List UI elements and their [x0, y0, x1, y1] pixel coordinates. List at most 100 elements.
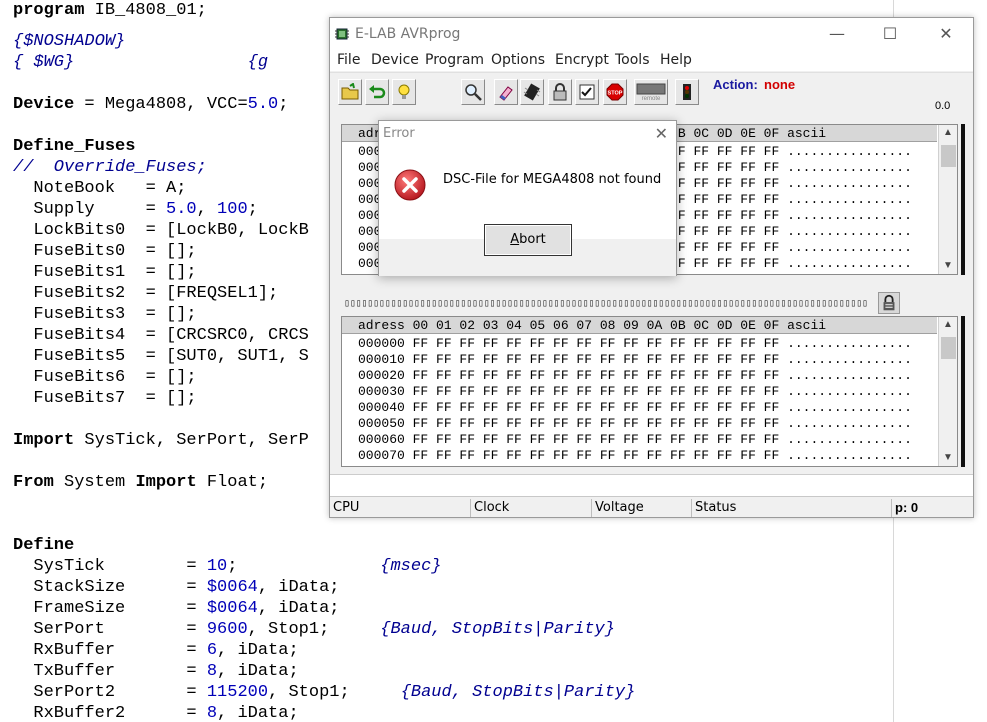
- padlock-icon[interactable]: [878, 292, 900, 314]
- chip-icon: [523, 83, 541, 101]
- code-line: // Override_Fuses;: [13, 157, 207, 178]
- code-token: System: [53, 473, 136, 492]
- code-token: SysTick, SerPort, SerP: [74, 431, 309, 450]
- code-token: 6: [206, 641, 218, 660]
- code-token: ,: [196, 200, 218, 219]
- code-token: Import: [13, 431, 75, 450]
- code-line: FuseBits3 = [];: [13, 304, 197, 325]
- scroll-down-icon[interactable]: ▼: [939, 258, 957, 274]
- code-token: { $WG}: [13, 53, 75, 72]
- code-token: , iData;: [217, 704, 299, 722]
- code-token: ;: [278, 95, 289, 114]
- code-token: RxBuffer =: [13, 641, 207, 660]
- vertical-scrollbar[interactable]: ▲ ▼: [938, 125, 957, 274]
- code-token: Import: [135, 473, 197, 492]
- minimize-button[interactable]: —: [814, 18, 860, 49]
- message-bar: [330, 474, 973, 496]
- title-bar[interactable]: E-LAB AVRprog — ☐ ✕: [330, 18, 973, 49]
- close-button[interactable]: ✕: [923, 18, 969, 49]
- code-token: Float;: [196, 473, 269, 492]
- code-token: {$NOSHADOW}: [13, 32, 126, 51]
- scroll-thumb[interactable]: [941, 337, 956, 359]
- code-token: From: [13, 473, 54, 492]
- scroll-thumb[interactable]: [941, 145, 956, 167]
- abort-label: bort: [519, 232, 546, 247]
- code-line: LockBits0 = [LockB0, LockB: [13, 220, 309, 241]
- action-label: Action:: [713, 77, 758, 92]
- open-folder-icon: [341, 83, 359, 100]
- code-line: SerPort2 = 115200, Stop1; {Baud, StopBit…: [13, 682, 635, 703]
- lock-button[interactable]: [548, 79, 572, 105]
- scroll-down-icon[interactable]: ▼: [939, 450, 957, 466]
- traffic-light-button[interactable]: [675, 79, 699, 105]
- bulb-icon: [398, 84, 410, 99]
- code-token: TxBuffer =: [13, 662, 207, 681]
- remote-button[interactable]: remote: [634, 79, 668, 105]
- erase-button[interactable]: [494, 79, 518, 105]
- code-line: RxBuffer = 6, iData;: [13, 640, 298, 661]
- code-line: Supply = 5.0, 100;: [13, 199, 257, 220]
- code-token: FuseBits6 = [];: [13, 368, 197, 387]
- maximize-button[interactable]: ☐: [867, 18, 913, 49]
- search-icon: [465, 84, 482, 101]
- code-token: NoteBook = A;: [13, 179, 187, 198]
- menu-options[interactable]: Options: [491, 52, 545, 68]
- code-line: FrameSize = $0064, iData;: [13, 598, 339, 619]
- dialog-close-button[interactable]: ✕: [655, 124, 668, 143]
- menu-program[interactable]: Program: [425, 52, 484, 68]
- code-token: SysTick =: [13, 557, 207, 576]
- code-token: StackSize =: [13, 578, 207, 597]
- code-line: FuseBits1 = [];: [13, 262, 196, 283]
- code-token: // Override_Fuses;: [13, 158, 207, 177]
- code-token: 5.0: [166, 200, 197, 219]
- hex-row: 000010 FF FF FF FF FF FF FF FF FF FF FF …: [358, 352, 912, 367]
- code-line: FuseBits7 = [];: [13, 388, 196, 409]
- menu-tools[interactable]: Tools: [615, 52, 650, 68]
- code-token: , iData;: [257, 599, 340, 618]
- error-dialog: Error ✕ DSC-File for MEGA4808 not found …: [378, 120, 677, 276]
- status-clock: Clock: [470, 499, 591, 517]
- hex-row: 000020 FF FF FF FF FF FF FF FF FF FF FF …: [358, 368, 912, 383]
- code-line: FuseBits2 = [FREQSEL1];: [13, 283, 278, 304]
- stop-label: STOP: [608, 91, 623, 97]
- code-token: 115200: [206, 683, 269, 702]
- menu-encrypt[interactable]: Encrypt: [555, 52, 609, 68]
- stop-button[interactable]: STOP: [603, 79, 627, 105]
- bulb-button[interactable]: [392, 79, 416, 105]
- code-token: 100: [217, 200, 248, 219]
- code-token: Define_Fuses: [13, 137, 136, 156]
- scroll-up-icon[interactable]: ▲: [939, 317, 957, 333]
- code-token: Define: [13, 536, 75, 555]
- code-token: 5.0: [247, 95, 279, 114]
- search-button[interactable]: [461, 79, 485, 105]
- abort-button[interactable]: Abort: [484, 224, 572, 256]
- code-token: SerPort2 =: [13, 683, 207, 702]
- dialog-title-bar[interactable]: Error ✕: [379, 121, 676, 148]
- code-token: FrameSize =: [13, 599, 207, 618]
- code-token: SerPort =: [13, 620, 207, 639]
- code-token: FuseBits3 = [];: [13, 305, 197, 324]
- code-token: {Baud, StopBits|Parity}: [400, 683, 636, 702]
- menu-help[interactable]: Help: [660, 52, 692, 68]
- code-token: 8: [206, 662, 218, 681]
- code-line: RxBuffer2 = 8, iData;: [13, 703, 299, 722]
- code-token: LockBits0 = [LockB0, LockB: [13, 221, 309, 240]
- action-value: none: [764, 77, 796, 92]
- code-token: IB_4808_01;: [84, 1, 207, 20]
- code-token: FuseBits4 = [CRCSRC0, CRCS: [13, 326, 309, 345]
- code-token: {Baud, StopBits|Parity}: [380, 620, 615, 639]
- remote-label: remote: [642, 96, 661, 101]
- status-page: p: 0: [891, 499, 971, 517]
- hex-row: 000060 FF FF FF FF FF FF FF FF FF FF FF …: [358, 432, 912, 447]
- open-button[interactable]: [338, 79, 362, 105]
- remote-icon: remote: [636, 83, 666, 101]
- menu-file[interactable]: File: [337, 52, 360, 68]
- verify-button[interactable]: [575, 79, 599, 105]
- menu-device[interactable]: Device: [371, 52, 419, 68]
- chip-button[interactable]: [520, 79, 544, 105]
- scroll-up-icon[interactable]: ▲: [939, 125, 957, 141]
- eeprom-hex-pane[interactable]: adress 00 01 02 03 04 05 06 07 08 09 0A …: [341, 316, 958, 467]
- code-token: , iData;: [217, 662, 299, 681]
- undo-button[interactable]: [365, 79, 389, 105]
- vertical-scrollbar[interactable]: ▲ ▼: [938, 317, 957, 466]
